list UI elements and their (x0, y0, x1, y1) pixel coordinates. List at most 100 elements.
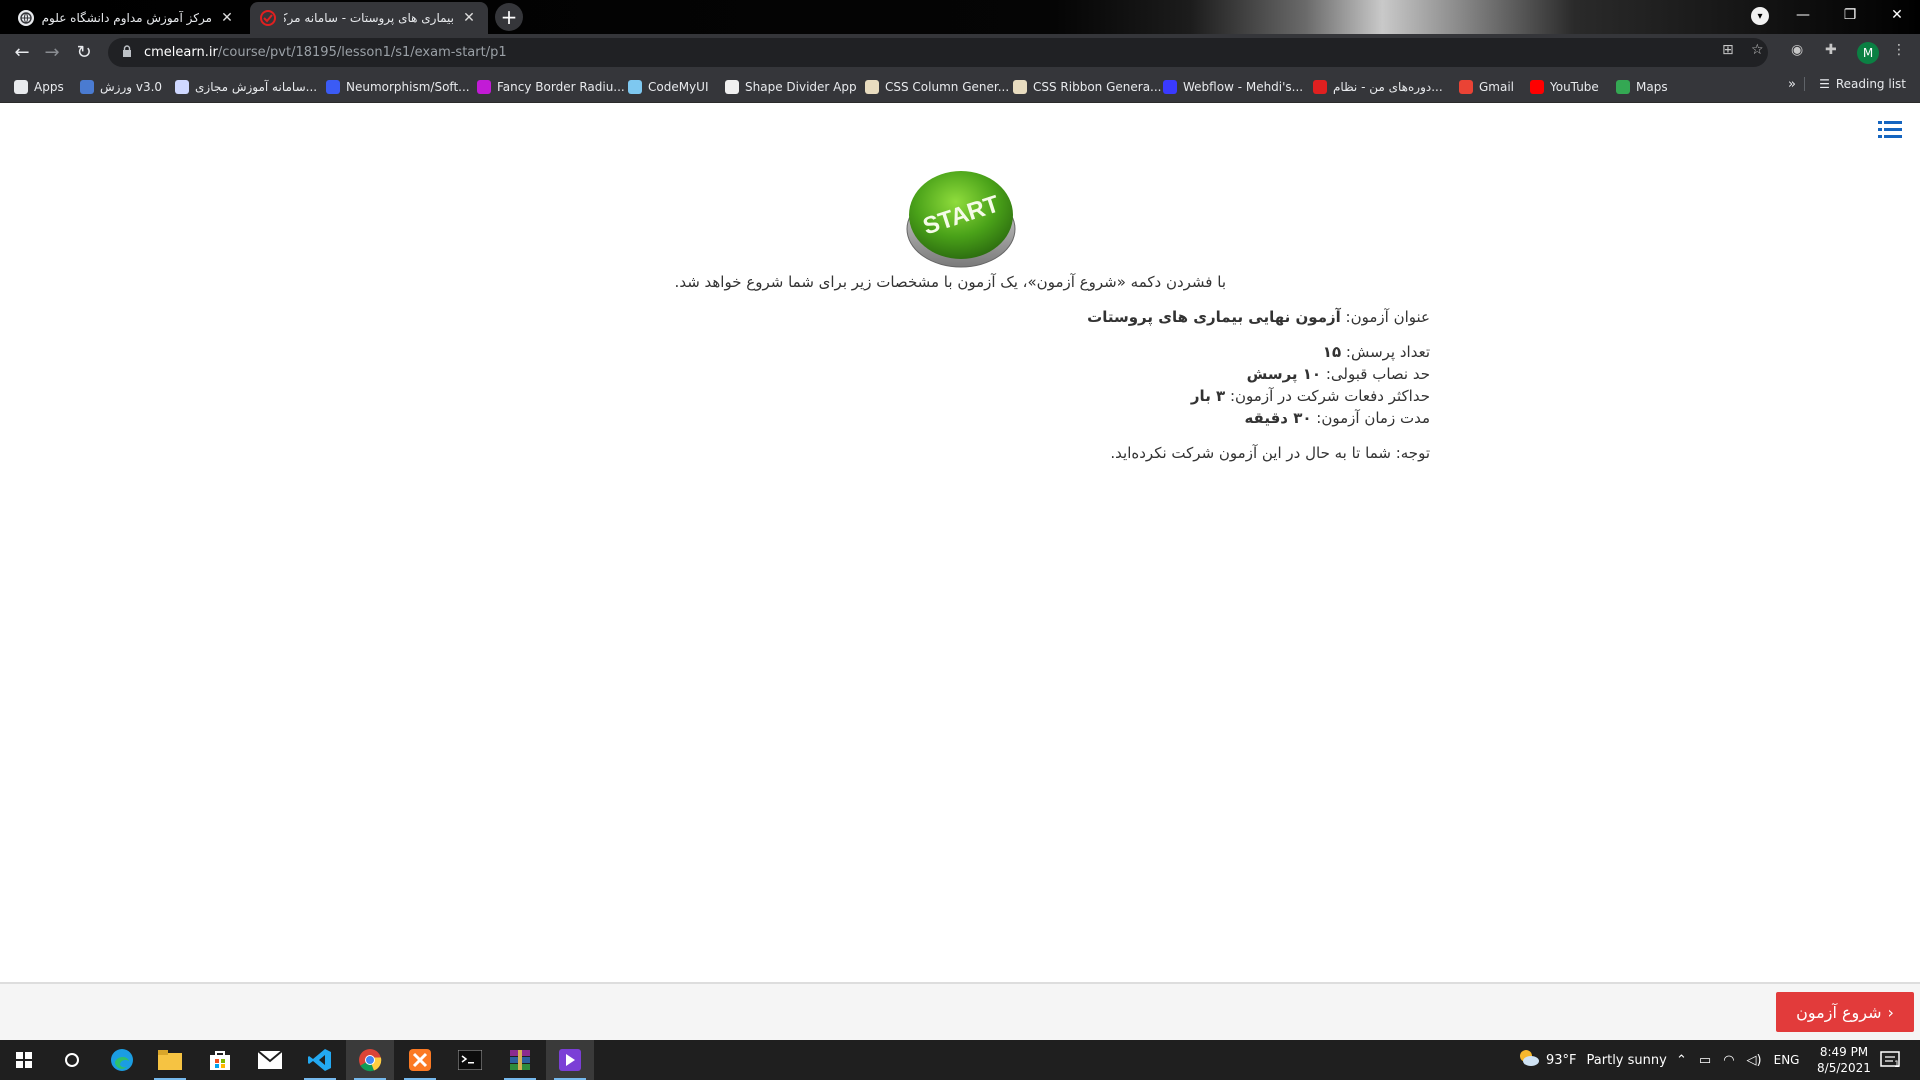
neumorphism-icon (326, 80, 340, 94)
start-exam-label: شروع آزمون (1796, 1002, 1882, 1022)
bookmark-label: Maps (1636, 80, 1668, 94)
bookmark-label: Shape Divider App (745, 80, 857, 94)
bookmark-item[interactable]: Webflow - Mehdi's... (1163, 77, 1303, 97)
profile-avatar[interactable]: M (1857, 42, 1879, 64)
pass-threshold-row: حد نصاب قبولی: ۱۰ پرسش (1247, 365, 1430, 383)
close-tab-icon[interactable]: ✕ (218, 10, 236, 26)
notifications-icon[interactable]: 1 (1880, 1040, 1900, 1080)
bookmark-item[interactable]: Shape Divider App (725, 77, 857, 97)
reading-list-label: Reading list (1835, 77, 1906, 91)
url-host: cmelearn.ir (144, 45, 218, 60)
chrome-icon[interactable] (346, 1040, 394, 1080)
xampp-icon[interactable] (396, 1040, 444, 1080)
tab-search-icon[interactable]: ▾ (1751, 7, 1769, 25)
site-logo-icon (260, 10, 276, 26)
exam-intro-text: با فشردن دکمه «شروع آزمون»، یک آزمون با … (674, 273, 1226, 291)
tab-title: مرکز آموزش مداوم دانشگاه علوم پز (42, 11, 212, 25)
bookmark-item[interactable]: Maps (1616, 77, 1668, 97)
tab-prostate-course[interactable]: بیماری های پروستات - سامانه مرکز ✕ (250, 2, 488, 34)
tab-title: بیماری های پروستات - سامانه مرکز (284, 11, 454, 25)
duration-row: مدت زمان آزمون: ۳۰ دقیقه (1244, 409, 1430, 427)
apps-grid-icon (14, 80, 28, 94)
winrar-icon[interactable] (496, 1040, 544, 1080)
list-menu-icon[interactable] (1878, 119, 1902, 141)
microsoft-store-icon[interactable] (196, 1040, 244, 1080)
windows-taskbar: 93°F Partly sunny ⌃ ▭ ◠ ◁) ENG 8:49 PM 8… (0, 1040, 1920, 1080)
weather-text: Partly sunny (1586, 1052, 1667, 1068)
bookmark-icon (80, 80, 94, 94)
bookmark-item[interactable]: YouTube (1530, 77, 1599, 97)
notification-count: 1 (1894, 1060, 1900, 1070)
close-tab-icon[interactable]: ✕ (460, 10, 478, 26)
page-content: START با فشردن دکمه «شروع آزمون»، یک آزم… (0, 103, 1920, 1041)
extensions-puzzle-icon[interactable]: ✚ (1825, 42, 1837, 58)
attempt-note: توجه: شما تا به حال در این آزمون شرکت نک… (1110, 444, 1430, 462)
clock-time: 8:49 PM (1819, 1045, 1869, 1059)
webflow-icon (1163, 80, 1177, 94)
bookmark-item[interactable]: Apps (14, 77, 64, 97)
new-tab-button[interactable]: + (495, 3, 523, 31)
address-bar[interactable]: cmelearn.ir/course/pvt/18195/lesson1/s1/… (108, 38, 1768, 67)
bookmark-item[interactable]: ورزش v3.0 (80, 77, 162, 97)
bookmark-label: سامانه آموزش مجازی... (195, 80, 318, 94)
codemyui-icon (628, 80, 642, 94)
menu-kebab-icon[interactable]: ⋮ (1892, 42, 1906, 58)
reload-icon[interactable]: ↻ (70, 38, 98, 66)
max-attempts-row: حداکثر دفعات شرکت در آزمون: ۳ بار (1191, 387, 1430, 405)
pass-threshold-label: حد نصاب قبولی: (1325, 365, 1430, 383)
mail-icon[interactable] (246, 1040, 294, 1080)
edge-browser-icon[interactable] (98, 1040, 146, 1080)
extension-icon[interactable]: ◉ (1791, 42, 1803, 58)
bookmark-item[interactable]: دوره‌های من - نظام... (1313, 77, 1443, 97)
close-window-icon[interactable]: ✕ (1874, 0, 1920, 30)
file-explorer-icon[interactable] (146, 1040, 194, 1080)
question-count-label: تعداد پرسش: (1345, 343, 1430, 361)
windows-start-icon[interactable] (0, 1040, 48, 1080)
bookmark-label: Gmail (1479, 80, 1515, 94)
page-footer: ‹ شروع آزمون (0, 982, 1920, 1041)
url-path: /course/pvt/18195/lesson1/s1/exam-start/… (217, 45, 507, 60)
battery-icon[interactable]: ▭ (1699, 1053, 1711, 1068)
clock[interactable]: 8:49 PM 8/5/2021 (1812, 1044, 1876, 1076)
university-icon (175, 80, 189, 94)
translate-icon[interactable]: ⊞ (1722, 42, 1734, 58)
max-attempts-label: حداکثر دفعات شرکت در آزمون: (1229, 387, 1430, 405)
forward-arrow-icon[interactable]: → (38, 38, 66, 66)
reading-list-button[interactable]: ☰ Reading list (1804, 77, 1906, 91)
tab-cme-center[interactable]: مرکز آموزش مداوم دانشگاه علوم پز ✕ (8, 2, 246, 34)
terminal-icon[interactable] (446, 1040, 494, 1080)
bookmark-label: Neumorphism/Soft... (346, 80, 470, 94)
vscode-icon[interactable] (296, 1040, 344, 1080)
minimize-icon[interactable]: — (1780, 0, 1826, 30)
start-exam-button[interactable]: ‹ شروع آزمون (1776, 992, 1914, 1032)
cortana-search-icon[interactable] (48, 1040, 96, 1080)
youtube-icon (1530, 80, 1544, 94)
bookmark-label: دوره‌های من - نظام... (1333, 80, 1443, 94)
exam-title-row: عنوان آزمون: آزمون نهایی بیماری های پروس… (1087, 308, 1430, 326)
language-indicator[interactable]: ENG (1774, 1053, 1800, 1067)
chevron-up-icon[interactable]: ⌃ (1676, 1053, 1687, 1068)
start-button-graphic[interactable]: START (904, 163, 1018, 273)
bookmark-item[interactable]: CodeMyUI (628, 77, 709, 97)
more-bookmarks-icon[interactable]: » (1788, 77, 1796, 92)
video-editor-icon[interactable] (546, 1040, 594, 1080)
back-arrow-icon[interactable]: ← (8, 38, 36, 66)
bookmark-item[interactable]: Fancy Border Radiu... (477, 77, 625, 97)
bookmark-item[interactable]: سامانه آموزش مجازی... (175, 77, 317, 97)
bookmark-star-icon[interactable]: ☆ (1751, 42, 1764, 58)
weather-widget[interactable]: 93°F Partly sunny (1518, 1040, 1667, 1080)
restore-icon[interactable]: ❐ (1827, 0, 1873, 30)
bookmark-label: ورزش v3.0 (100, 80, 163, 94)
bookmark-item[interactable]: Gmail (1459, 77, 1514, 97)
bookmark-item[interactable]: CSS Column Gener... (865, 77, 1009, 97)
bookmark-item[interactable]: CSS Ribbon Genera... (1013, 77, 1162, 97)
tab-strip: مرکز آموزش مداوم دانشگاه علوم پز ✕ بیمار… (0, 0, 1920, 34)
reading-list-icon: ☰ (1819, 77, 1830, 91)
volume-icon[interactable]: ◁) (1747, 1053, 1762, 1068)
shape-divider-icon (725, 80, 739, 94)
bookmark-label: CSS Ribbon Genera... (1033, 80, 1162, 94)
css-column-icon (865, 80, 879, 94)
wifi-icon[interactable]: ◠ (1723, 1053, 1734, 1068)
chevron-left-icon: ‹ (1887, 1002, 1894, 1022)
bookmark-item[interactable]: Neumorphism/Soft... (326, 77, 470, 97)
